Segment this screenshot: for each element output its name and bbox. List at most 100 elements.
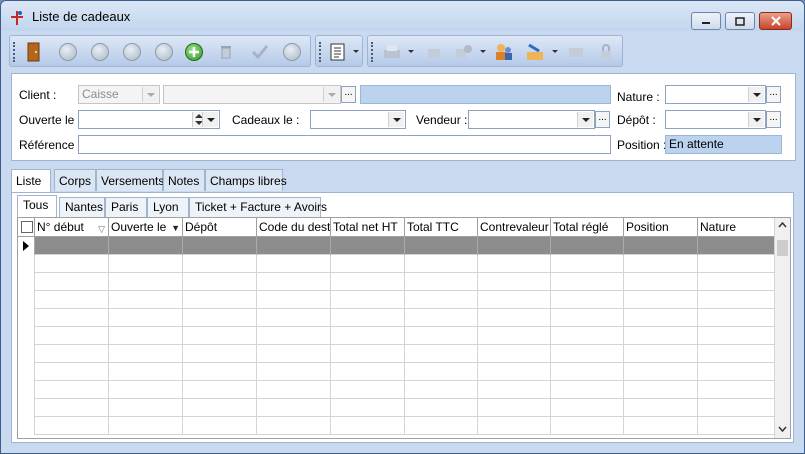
table-cell[interactable] (35, 363, 109, 381)
table-row[interactable] (18, 381, 776, 399)
table-cell[interactable] (698, 327, 776, 345)
table-cell[interactable] (331, 273, 405, 291)
row-indicator-cell[interactable] (18, 255, 35, 273)
table-cell[interactable] (257, 327, 331, 345)
table-cell[interactable] (478, 309, 551, 327)
chevron-down-icon[interactable] (388, 112, 404, 127)
table-cell[interactable] (405, 255, 478, 273)
table-cell[interactable] (35, 273, 109, 291)
column-header[interactable]: N° début ▽ (35, 218, 109, 236)
client-browse-button[interactable]: ... (341, 86, 356, 103)
column-header[interactable]: Total réglé (551, 218, 624, 236)
table-cell[interactable] (405, 399, 478, 417)
table-row[interactable] (18, 255, 776, 273)
table-cell[interactable] (551, 237, 624, 255)
table-cell[interactable] (478, 237, 551, 255)
print-button[interactable] (380, 40, 404, 64)
table-cell[interactable] (257, 237, 331, 255)
table-cell[interactable] (551, 273, 624, 291)
table-cell[interactable] (257, 381, 331, 399)
table-cell[interactable] (478, 345, 551, 363)
sort-down-icon[interactable]: ▼ (171, 219, 180, 236)
row-indicator-cell[interactable] (18, 417, 35, 435)
table-cell[interactable] (35, 417, 109, 435)
table-cell[interactable] (551, 255, 624, 273)
table-cell[interactable] (624, 291, 698, 309)
table-cell[interactable] (698, 399, 776, 417)
table-cell[interactable] (698, 345, 776, 363)
table-cell[interactable] (551, 327, 624, 345)
table-cell[interactable] (183, 399, 257, 417)
table-cell[interactable] (624, 237, 698, 255)
table-row[interactable] (18, 273, 776, 291)
table-cell[interactable] (35, 345, 109, 363)
first-record-button[interactable] (56, 40, 80, 64)
table-cell[interactable] (331, 291, 405, 309)
table-row-selected[interactable] (18, 237, 776, 255)
table-row[interactable] (18, 327, 776, 345)
validate-button[interactable] (248, 40, 272, 64)
table-cell[interactable] (257, 399, 331, 417)
tab-versements[interactable]: Versements (96, 169, 164, 191)
table-cell[interactable] (331, 345, 405, 363)
table-cell[interactable] (551, 309, 624, 327)
table-cell[interactable] (257, 255, 331, 273)
toolbar-grip[interactable] (319, 42, 324, 62)
row-indicator-cell[interactable] (18, 327, 35, 345)
table-cell[interactable] (331, 399, 405, 417)
column-header[interactable]: Dépôt (183, 218, 257, 236)
table-cell[interactable] (551, 417, 624, 435)
next-record-button[interactable] (120, 40, 144, 64)
table-cell[interactable] (405, 273, 478, 291)
maximize-button[interactable] (725, 12, 755, 30)
table-cell[interactable] (183, 363, 257, 381)
table-cell[interactable] (331, 417, 405, 435)
table-cell[interactable] (257, 309, 331, 327)
table-cell[interactable] (183, 327, 257, 345)
row-indicator-cell[interactable] (18, 237, 35, 255)
subtab-nantes[interactable]: Nantes (59, 197, 105, 217)
table-cell[interactable] (183, 273, 257, 291)
column-header[interactable]: Code du destir (257, 218, 331, 236)
table-cell[interactable] (551, 363, 624, 381)
table-row[interactable] (18, 363, 776, 381)
cancel-button[interactable] (280, 40, 304, 64)
table-cell[interactable] (183, 381, 257, 399)
table-cell[interactable] (35, 291, 109, 309)
table-cell[interactable] (183, 237, 257, 255)
cadeaux-date-picker[interactable] (310, 110, 406, 129)
table-cell[interactable] (331, 255, 405, 273)
row-indicator-cell[interactable] (18, 381, 35, 399)
vendeur-select[interactable] (468, 110, 595, 129)
table-cell[interactable] (35, 381, 109, 399)
nature-select[interactable] (665, 85, 766, 104)
table-cell[interactable] (478, 363, 551, 381)
tools-button[interactable] (524, 40, 548, 64)
nature-browse-button[interactable]: ... (766, 86, 781, 103)
table-cell[interactable] (624, 273, 698, 291)
column-header[interactable]: Total TTC (405, 218, 478, 236)
row-indicator-cell[interactable] (18, 363, 35, 381)
table-cell[interactable] (405, 417, 478, 435)
table-cell[interactable] (478, 417, 551, 435)
archive-button[interactable] (564, 40, 588, 64)
chevron-up-icon[interactable] (778, 222, 787, 228)
table-cell[interactable] (257, 417, 331, 435)
export-button[interactable] (422, 40, 446, 64)
table-cell[interactable] (478, 381, 551, 399)
table-cell[interactable] (624, 255, 698, 273)
table-cell[interactable] (109, 363, 183, 381)
table-cell[interactable] (405, 363, 478, 381)
table-cell[interactable] (551, 345, 624, 363)
table-cell[interactable] (109, 399, 183, 417)
table-cell[interactable] (183, 417, 257, 435)
depot-browse-button[interactable]: ... (766, 111, 781, 128)
lock-button[interactable] (594, 40, 618, 64)
table-cell[interactable] (698, 309, 776, 327)
vendeur-browse-button[interactable]: ... (595, 111, 610, 128)
transfer-button[interactable] (452, 40, 476, 64)
row-indicator-cell[interactable] (18, 345, 35, 363)
chevron-down-icon[interactable] (577, 112, 593, 127)
table-cell[interactable] (109, 417, 183, 435)
table-cell[interactable] (405, 237, 478, 255)
